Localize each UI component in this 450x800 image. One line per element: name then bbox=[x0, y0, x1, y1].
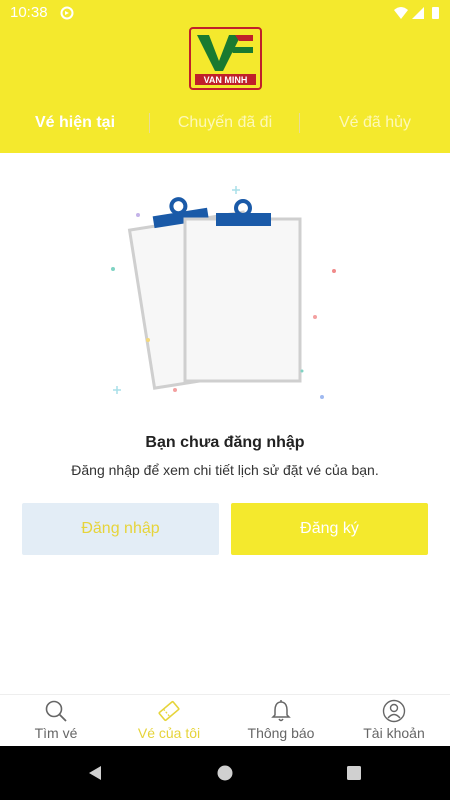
sync-icon bbox=[60, 6, 74, 20]
nav-find-ticket[interactable]: Tìm vé bbox=[0, 695, 112, 747]
nav-account[interactable]: Tài khoản bbox=[338, 695, 450, 747]
empty-state-title: Bạn chưa đăng nhập bbox=[145, 434, 305, 451]
battery-icon bbox=[432, 7, 439, 19]
status-time: 10:38 bbox=[10, 4, 48, 21]
recent-apps-icon[interactable] bbox=[345, 764, 363, 782]
system-navigation-bar bbox=[0, 746, 450, 800]
register-button[interactable]: Đăng ký bbox=[231, 503, 428, 555]
search-icon bbox=[45, 700, 67, 722]
nav-my-tickets[interactable]: Vé của tôi bbox=[113, 695, 225, 747]
svg-text:VAN MINH: VAN MINH bbox=[204, 75, 248, 85]
bell-icon bbox=[271, 700, 291, 722]
van-minh-logo: VAN MINH bbox=[189, 27, 262, 90]
signal-icon bbox=[412, 7, 424, 19]
nav-label: Thông báo bbox=[247, 725, 315, 741]
tab-cancelled-tickets[interactable]: Vé đã hủy bbox=[300, 106, 450, 140]
ticket-tabs: Vé hiện tại Chuyến đã đi Vé đã hủy bbox=[0, 106, 450, 140]
tab-past-trips[interactable]: Chuyến đã đi bbox=[150, 106, 300, 140]
nav-label: Vé của tôi bbox=[137, 725, 201, 741]
login-button[interactable]: Đăng nhập bbox=[22, 503, 219, 555]
status-bar: 10:38 bbox=[0, 0, 450, 26]
header: 10:38 VAN MINH Vé hiện tại Chuyến đã đi … bbox=[0, 0, 450, 153]
empty-state-subtitle: Đăng nhập để xem chi tiết lịch sử đặt vé… bbox=[71, 462, 379, 478]
home-icon[interactable] bbox=[216, 764, 234, 782]
nav-label: Tìm vé bbox=[34, 725, 78, 741]
account-icon bbox=[382, 699, 406, 723]
wifi-icon bbox=[394, 7, 408, 19]
back-icon[interactable] bbox=[86, 764, 104, 782]
empty-clipboard-illustration bbox=[111, 186, 336, 399]
tab-current-tickets[interactable]: Vé hiện tại bbox=[0, 106, 150, 140]
nav-notifications[interactable]: Thông báo bbox=[225, 695, 337, 747]
ticket-icon bbox=[158, 700, 180, 722]
status-icons bbox=[394, 7, 439, 19]
nav-label: Tài khoản bbox=[363, 725, 425, 741]
bottom-navigation: Tìm vé Vé của tôi Thông báo Tài khoản bbox=[0, 694, 450, 746]
